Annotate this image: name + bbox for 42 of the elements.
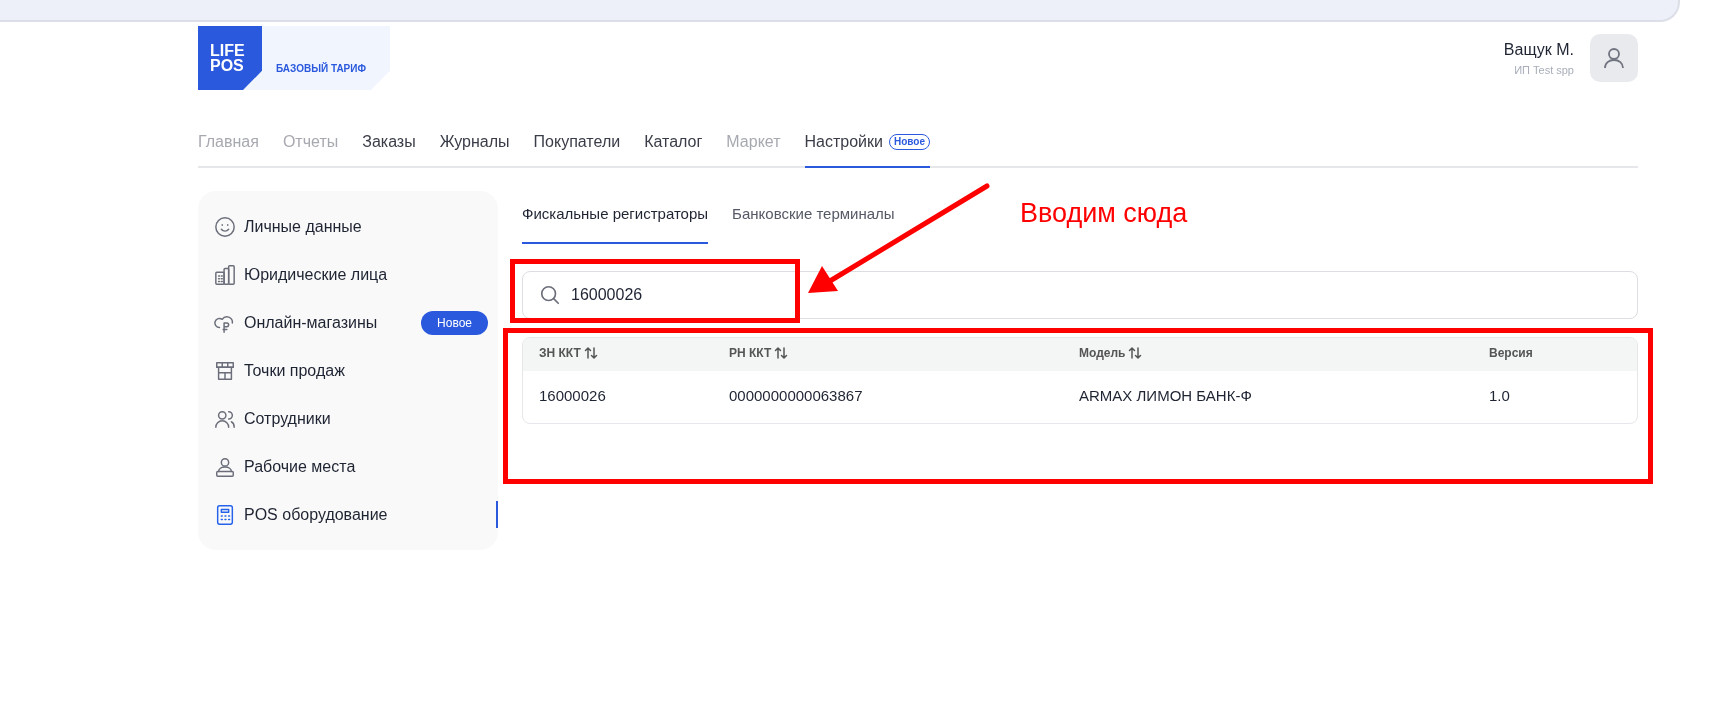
logo[interactable]: LIFE POS	[198, 26, 262, 90]
sort-icon[interactable]	[582, 344, 599, 361]
sidebar-item[interactable]: Юридические лица	[198, 261, 498, 288]
table-cell-text: 1.0	[1489, 386, 1511, 407]
building-icon	[214, 263, 236, 286]
column-header: Версия	[1489, 344, 1533, 362]
store-icon	[214, 359, 236, 382]
user-name: Ващук М.	[1503, 39, 1574, 60]
sidebar-item[interactable]: Сотрудники	[198, 405, 498, 432]
plan-badge[interactable]: LIFE POS БАЗОВЫЙ ТАРИФ	[198, 26, 390, 90]
column-header[interactable]: ЗН ККТ	[539, 343, 599, 362]
table-cell-text: 0000000000063867	[729, 386, 864, 407]
column-header[interactable]: РН ККТ	[729, 343, 790, 362]
column-header[interactable]: Модель	[1079, 343, 1144, 362]
plan-label: БАЗОВЫЙ ТАРИФ	[276, 61, 366, 76]
sidebar-item[interactable]: Онлайн-магазины Новое	[198, 309, 498, 336]
smile-icon	[214, 215, 236, 238]
sidebar-item[interactable]: Личные данные	[198, 213, 498, 240]
sort-icon[interactable]	[773, 344, 790, 361]
user-icon	[1602, 46, 1626, 70]
table-cell-text: ARMAX ЛИМОН БАНК-Ф	[1079, 386, 1253, 407]
person-stamp-icon	[214, 455, 236, 478]
sort-icon[interactable]	[1127, 344, 1144, 361]
search-bar[interactable]: 16000026	[522, 270, 1638, 319]
new-badge: Новое	[421, 310, 488, 335]
tab[interactable]: Банковские терминалы	[732, 203, 895, 244]
sidebar-item[interactable]: Рабочие места	[198, 453, 498, 480]
user-org: ИП Test spp	[1514, 62, 1574, 78]
sidebar-item[interactable]: Точки продаж	[198, 357, 498, 384]
annotation-text: Вводим сюда	[1020, 197, 1188, 230]
nav-tab[interactable]: Покупатели	[533, 130, 621, 168]
tab[interactable]: Фискальные регистраторы	[522, 203, 709, 244]
search-input[interactable]: 16000026	[571, 282, 1621, 307]
sidebar-item[interactable]: POS оборудование	[198, 501, 498, 528]
nav-tab[interactable]: Журналы	[439, 130, 510, 168]
calculator-icon	[214, 503, 236, 526]
avatar-button[interactable]	[1590, 34, 1638, 82]
nav-tab[interactable]: Заказы	[362, 130, 416, 168]
nav-tab[interactable]: Настройки Новое	[804, 130, 930, 168]
table-cell-text: 16000026	[539, 386, 607, 407]
search-icon	[539, 283, 561, 306]
nav-tab[interactable]: Каталог	[644, 130, 703, 168]
